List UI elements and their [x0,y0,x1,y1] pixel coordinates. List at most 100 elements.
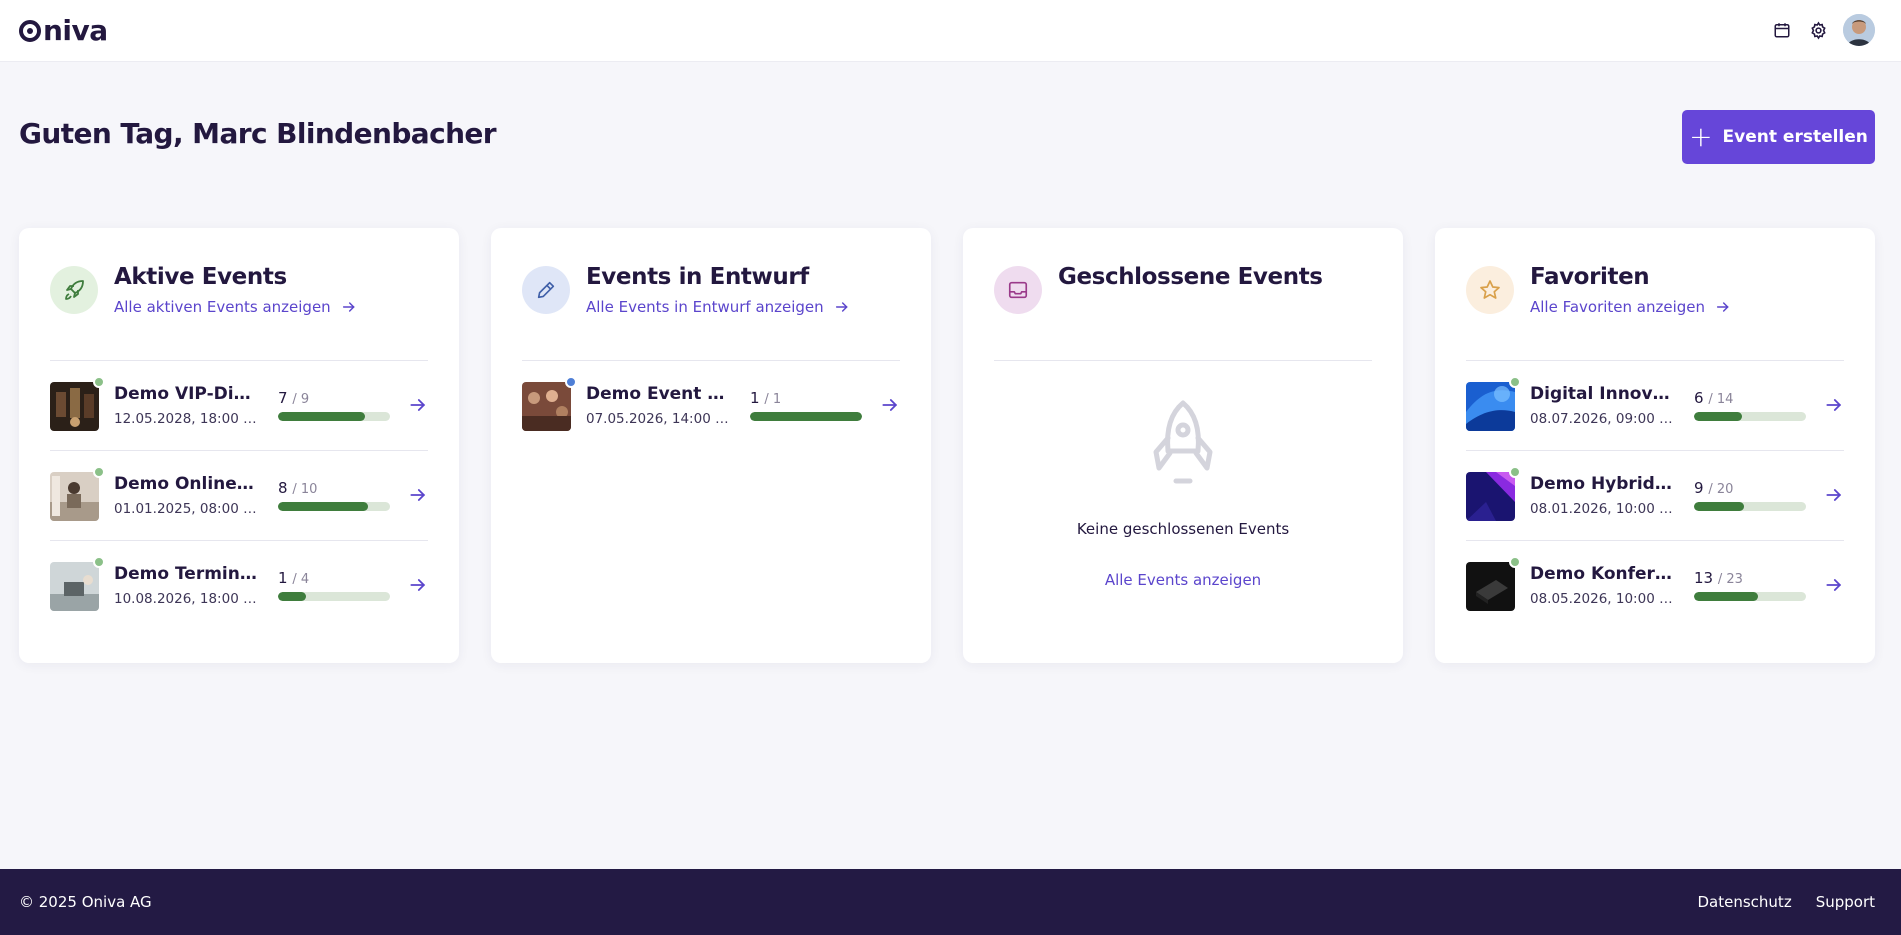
footer: © 2025 Oniva AG Datenschutz Support [0,869,1901,935]
inbox-icon [994,266,1042,314]
arrow-right-icon [835,302,848,312]
event-thumbnail [50,382,99,431]
create-event-label: Event erstellen [1722,127,1868,147]
oniva-logo[interactable]: niva [19,14,108,48]
event-thumbnail [1466,562,1515,611]
view-favorites-link[interactable]: Alle Favoriten anzeigen [1530,298,1731,316]
event-thumbnail [522,382,571,431]
registration-count: 9 / 20 [1694,479,1734,497]
privacy-link[interactable]: Datenschutz [1698,893,1792,911]
view-all-events-link[interactable]: Alle Events anzeigen [963,571,1403,589]
registration-progress-bar [278,502,390,511]
arrow-right-icon[interactable] [880,395,900,415]
arrow-right-icon[interactable] [408,485,428,505]
link-label: Alle aktiven Events anzeigen [114,298,331,316]
registration-progress-bar [1694,502,1806,511]
event-row[interactable]: Demo Hybrid-Event 08.01.2026, 10:00 – 16… [1466,451,1844,541]
gear-icon[interactable] [1807,19,1829,41]
registration-progress-bar [1694,592,1806,601]
status-dot [1509,556,1521,568]
view-active-events-link[interactable]: Alle aktiven Events anzeigen [114,298,357,316]
arrow-right-icon [342,302,355,312]
event-thumbnail [50,562,99,611]
top-bar: niva [0,0,1901,62]
card-active-events: Aktive Events Alle aktiven Events anzeig… [19,228,459,663]
event-name: Demo Online-Workshop [114,474,259,494]
event-row[interactable]: Demo Konferenz 08.05.2026, 10:00 – 18:00… [1466,541,1844,631]
event-row[interactable]: Demo VIP-Dinner 12.05.2028, 18:00 – 23:0… [50,361,428,451]
view-draft-events-link[interactable]: Alle Events in Entwurf anzeigen [586,298,850,316]
divider [994,360,1372,361]
event-thumbnail [50,472,99,521]
event-name: Demo Event mit Anmeldung [586,384,731,404]
pencil-icon [522,266,570,314]
card-title: Events in Entwurf [586,264,809,290]
registration-progress-bar [750,412,862,421]
link-label: Alle Favoriten anzeigen [1530,298,1706,316]
rocket-icon [50,266,98,314]
logo-mark-icon [19,20,41,42]
event-date: 01.01.2025, 08:00 – 12:00 [114,501,259,517]
status-dot [1509,466,1521,478]
copyright: © 2025 Oniva AG [19,893,152,911]
event-date: 10.08.2026, 18:00 – 20:00 [114,591,259,607]
create-event-button[interactable]: + Event erstellen [1682,110,1875,164]
event-name: Digital Innovation Summit [1530,384,1675,404]
registration-progress-bar [1694,412,1806,421]
registration-count: 6 / 14 [1694,389,1734,407]
event-name: Demo Konferenz [1530,564,1675,584]
event-row[interactable]: Digital Innovation Summit 08.07.2026, 09… [1466,361,1844,451]
event-row[interactable]: Demo Event mit Anmeldung 07.05.2026, 14:… [522,361,900,451]
status-dot [1509,376,1521,388]
status-dot [93,466,105,478]
empty-state-text: Keine geschlossenen Events [1076,520,1290,538]
event-date: 07.05.2026, 14:00 – 18:00 [586,411,731,427]
card-title: Geschlossene Events [1058,264,1323,290]
support-link[interactable]: Support [1816,893,1875,911]
event-list: Digital Innovation Summit 08.07.2026, 09… [1466,361,1844,631]
registration-progress-bar [278,412,390,421]
arrow-right-icon[interactable] [408,395,428,415]
page-title: Guten Tag, Marc Blindenbacher [19,117,497,150]
event-list: Demo VIP-Dinner 12.05.2028, 18:00 – 23:0… [50,361,428,631]
status-dot [565,376,577,388]
registration-count: 8 / 10 [278,479,318,497]
arrow-right-icon[interactable] [408,575,428,595]
event-name: Demo Terminservice [114,564,259,584]
arrow-right-icon[interactable] [1824,485,1844,505]
card-title: Aktive Events [114,264,287,290]
logo-text: niva [43,14,108,47]
card-draft-events: Events in Entwurf Alle Events in Entwurf… [491,228,931,663]
avatar[interactable] [1843,14,1875,46]
link-label: Alle Events in Entwurf anzeigen [586,298,824,316]
status-dot [93,376,105,388]
event-row[interactable]: Demo Terminservice 10.08.2026, 18:00 – 2… [50,541,428,631]
event-date: 08.05.2026, 10:00 – 18:00 [1530,591,1675,607]
registration-count: 1 / 4 [278,569,310,587]
event-list: Demo Event mit Anmeldung 07.05.2026, 14:… [522,361,900,451]
card-favorites: Favoriten Alle Favoriten anzeigen Digita… [1435,228,1875,663]
event-date: 08.07.2026, 09:00 – 17:00 [1530,411,1675,427]
registration-count: 1 / 1 [750,389,782,407]
registration-progress-bar [278,592,390,601]
card-title: Favoriten [1530,264,1650,290]
event-name: Demo Hybrid-Event [1530,474,1675,494]
status-dot [93,556,105,568]
plus-icon: + [1689,120,1713,153]
event-date: 08.01.2026, 10:00 – 16:00 [1530,501,1675,517]
rocket-icon [1153,400,1213,484]
calendar-icon[interactable] [1771,19,1793,41]
event-row[interactable]: Demo Online-Workshop 01.01.2025, 08:00 –… [50,451,428,541]
empty-state [963,398,1403,492]
arrow-right-icon [1716,302,1729,312]
arrow-right-icon[interactable] [1824,395,1844,415]
event-thumbnail [1466,472,1515,521]
arrow-right-icon[interactable] [1824,575,1844,595]
card-closed-events: Geschlossene Events Keine geschlossenen … [963,228,1403,663]
registration-count: 13 / 23 [1694,569,1743,587]
event-thumbnail [1466,382,1515,431]
registration-count: 7 / 9 [278,389,310,407]
star-icon [1466,266,1514,314]
event-date: 12.05.2028, 18:00 – 23:00 [114,411,259,427]
event-name: Demo VIP-Dinner [114,384,259,404]
